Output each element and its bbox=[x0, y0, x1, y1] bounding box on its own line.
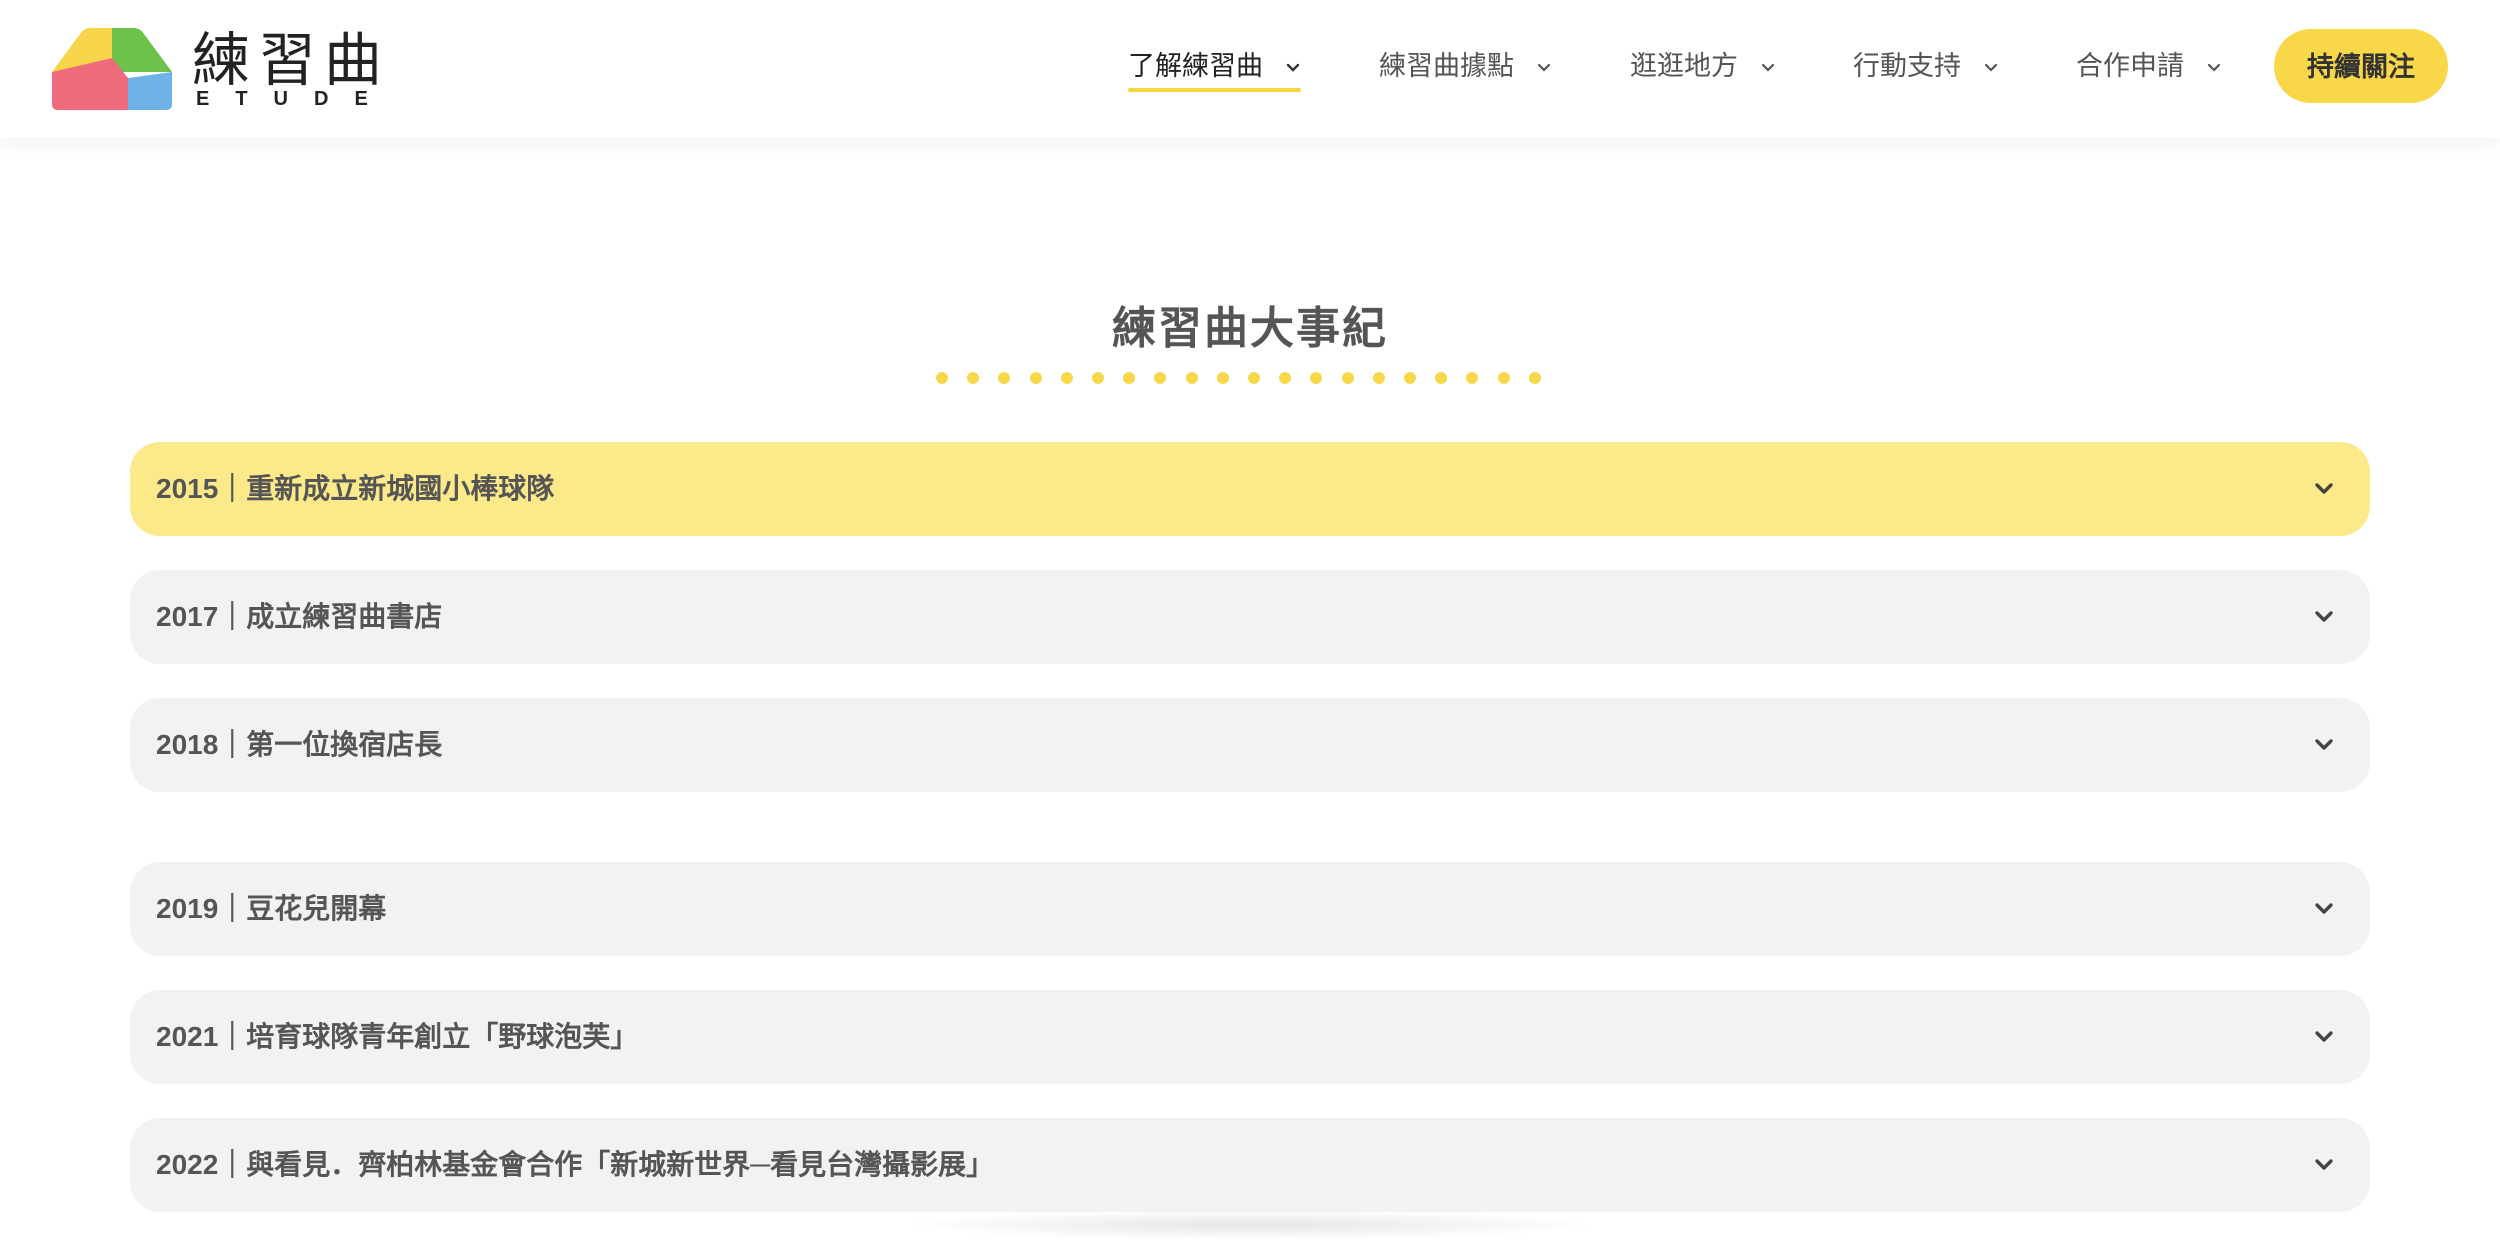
chevron-down-icon bbox=[2315, 739, 2333, 750]
nav-item-label: 行動支持 bbox=[1853, 51, 1961, 81]
chevron-down-icon bbox=[2207, 63, 2220, 72]
chevron-down-icon bbox=[2315, 903, 2333, 914]
timeline-item-label: 2022｜與看見．齊柏林基金會合作「新城新世界─看見台灣攝影展」 bbox=[156, 1149, 995, 1180]
timeline-item-label: 2021｜培育球隊青年創立「野球泡芙」 bbox=[156, 1021, 639, 1052]
timeline-item-2018[interactable]: 2018｜第一位換宿店長 bbox=[130, 698, 2370, 792]
chevron-down-icon bbox=[1286, 63, 1299, 72]
nav-item-support[interactable]: 行動支持 bbox=[1853, 46, 1999, 86]
logo[interactable]: 練習曲 ETUDE bbox=[52, 22, 382, 112]
chevron-down-icon bbox=[2315, 1159, 2333, 1170]
nav-item-label: 練習曲據點 bbox=[1379, 51, 1514, 81]
nav-item-locations[interactable]: 練習曲據點 bbox=[1379, 46, 1552, 86]
follow-button[interactable]: 持續關注 bbox=[2274, 29, 2448, 103]
dotted-divider bbox=[936, 372, 1541, 384]
floating-panel-shadow bbox=[900, 1210, 1600, 1240]
timeline-item-2017[interactable]: 2017｜成立練習曲書店 bbox=[130, 570, 2370, 664]
site-header: 練習曲 ETUDE 了解練習曲 練習曲據點 逛逛地方 行動支持 合作申請 持續關… bbox=[0, 0, 2500, 138]
timeline-item-label: 2018｜第一位換宿店長 bbox=[156, 729, 443, 760]
nav-item-label: 逛逛地方 bbox=[1630, 51, 1738, 81]
timeline-item-label: 2019｜豆花兒開幕 bbox=[156, 893, 387, 924]
timeline-item-2022[interactable]: 2022｜與看見．齊柏林基金會合作「新城新世界─看見台灣攝影展」 bbox=[130, 1118, 2370, 1212]
timeline-item-label: 2015｜重新成立新城國小棒球隊 bbox=[156, 473, 555, 504]
chevron-down-icon bbox=[1984, 63, 1997, 72]
brand-name: 練習曲 bbox=[192, 28, 391, 93]
brand-sub: ETUDE bbox=[196, 88, 394, 110]
nav-item-about[interactable]: 了解練習曲 bbox=[1128, 46, 1301, 92]
nav-item-label: 合作申請 bbox=[2076, 51, 2184, 81]
logo-house-icon bbox=[52, 28, 172, 110]
nav-item-partnership[interactable]: 合作申請 bbox=[2076, 46, 2222, 86]
section-title: 練習曲大事紀 bbox=[1112, 304, 1388, 353]
nav-item-explore[interactable]: 逛逛地方 bbox=[1630, 46, 1776, 86]
chevron-down-icon bbox=[2315, 1031, 2333, 1042]
timeline-item-2015[interactable]: 2015｜重新成立新城國小棒球隊 bbox=[130, 442, 2370, 536]
timeline-item-label: 2017｜成立練習曲書店 bbox=[156, 601, 443, 632]
timeline-item-2021[interactable]: 2021｜培育球隊青年創立「野球泡芙」 bbox=[130, 990, 2370, 1084]
chevron-down-icon bbox=[1537, 63, 1550, 72]
chevron-down-icon bbox=[2315, 611, 2333, 622]
timeline-item-2019[interactable]: 2019｜豆花兒開幕 bbox=[130, 862, 2370, 956]
nav-item-label: 了解練習曲 bbox=[1128, 51, 1263, 81]
chevron-down-icon bbox=[2315, 483, 2333, 494]
chevron-down-icon bbox=[1761, 63, 1774, 72]
